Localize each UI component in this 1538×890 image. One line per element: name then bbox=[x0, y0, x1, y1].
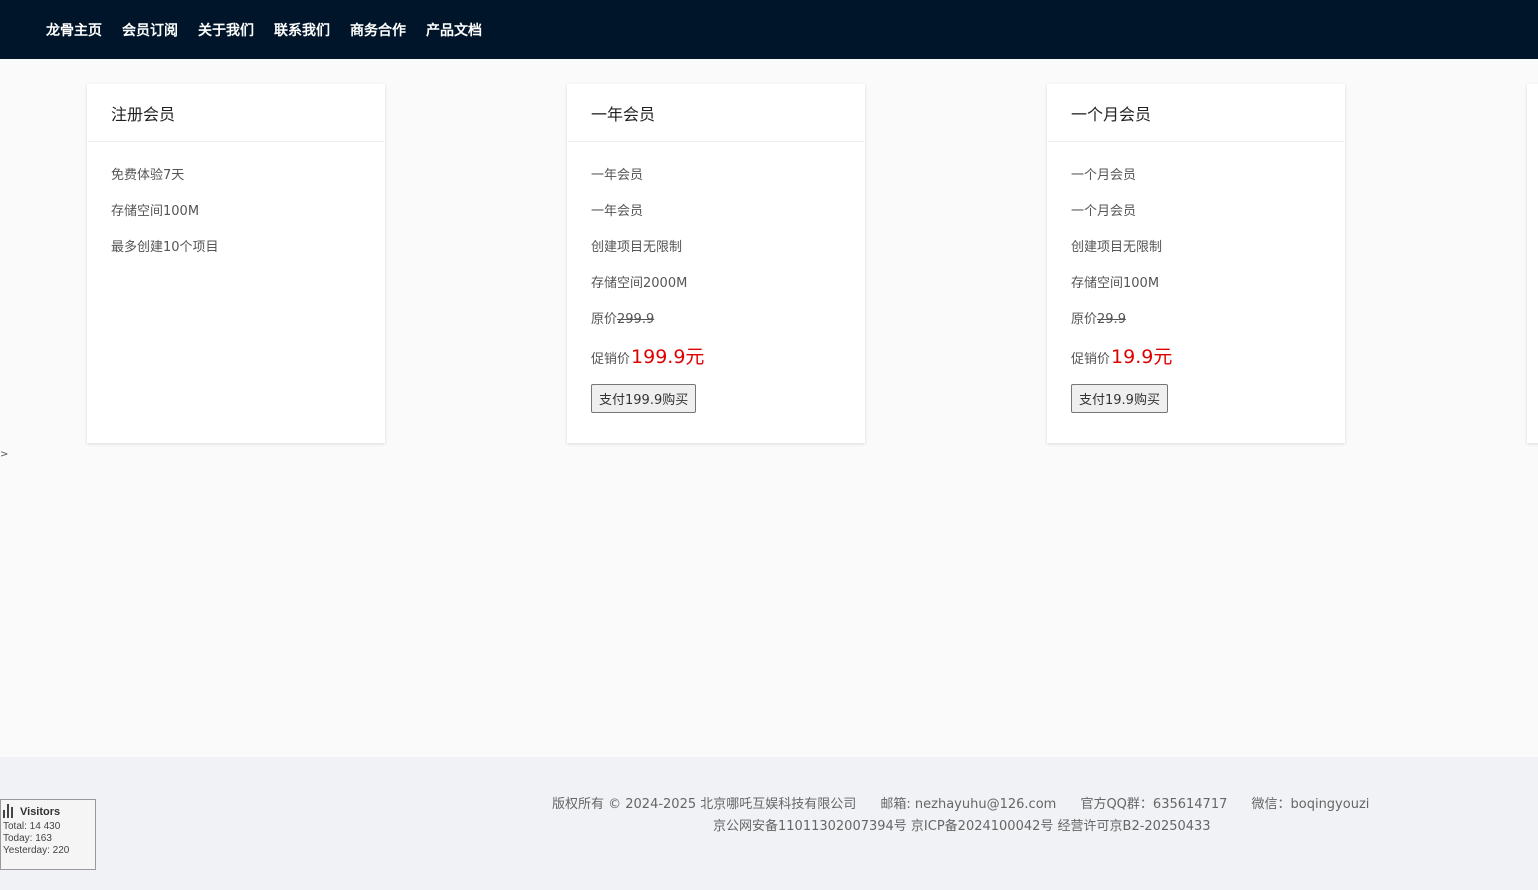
original-price-value: 29.9 bbox=[1097, 312, 1126, 327]
plan-feature: 存储空间100M bbox=[1071, 276, 1160, 291]
membership-plans: 注册会员 免费体验7天 存储空间100M 最多创建10个项目 一年会员 一年会员… bbox=[0, 84, 1538, 444]
plan-feature: 一年会员 bbox=[591, 204, 644, 219]
plan-feature: 一年会员 bbox=[591, 168, 644, 183]
promo-price-value: 19.9元 bbox=[1111, 346, 1173, 368]
plan-feature: 创建项目无限制 bbox=[591, 240, 683, 255]
original-price-label: 原价 bbox=[591, 312, 618, 327]
plan-card-free: 注册会员 免费体验7天 存储空间100M 最多创建10个项目 bbox=[87, 84, 385, 443]
nav-item-about[interactable]: 关于我们 bbox=[198, 20, 254, 40]
nav-item-membership[interactable]: 会员订阅 bbox=[122, 20, 178, 40]
plan-title: 一个月会员 bbox=[1047, 84, 1345, 142]
original-price: 原价299.9 bbox=[591, 302, 841, 338]
nav-item-home[interactable]: 龙骨主页 bbox=[46, 20, 102, 40]
visitor-counter-widget[interactable]: Visitors Total: 14 430 Today: 163 Yester… bbox=[0, 799, 96, 870]
footer-copyright: 版权所有 © 2024-2025 北京哪吒互娱科技有限公司 bbox=[552, 797, 857, 812]
promo-price-label: 促销价 bbox=[591, 352, 631, 367]
nav-item-business[interactable]: 商务合作 bbox=[350, 20, 406, 40]
original-price: 原价29.9 bbox=[1071, 302, 1321, 338]
footer-wechat: 微信：boqingyouzi bbox=[1251, 797, 1370, 812]
top-navigation-bar: 龙骨主页 会员订阅 关于我们 联系我们 商务合作 产品文档 bbox=[0, 0, 1538, 59]
plan-title: 注册会员 bbox=[87, 84, 385, 142]
plan-feature: 一个月会员 bbox=[1071, 204, 1137, 219]
buy-monthly-button[interactable]: 支付19.9购买 bbox=[1071, 384, 1168, 413]
original-price-label: 原价 bbox=[1071, 312, 1098, 327]
plan-feature: 一个月会员 bbox=[1071, 168, 1137, 183]
visitor-counter-header: Visitors bbox=[3, 804, 93, 818]
original-price-value: 299.9 bbox=[617, 312, 655, 327]
promo-price-label: 促销价 bbox=[1071, 352, 1111, 367]
plan-card-partial bbox=[1527, 84, 1538, 443]
plan-feature: 最多创建10个项目 bbox=[111, 240, 219, 255]
footer-email: 邮箱: nezhayuhu@126.com bbox=[880, 797, 1057, 812]
plan-title: 一年会员 bbox=[567, 84, 865, 142]
promo-price: 促销价 19.9元 bbox=[1071, 342, 1321, 378]
promo-price-value: 199.9元 bbox=[631, 346, 705, 368]
promo-price: 促销价 199.9元 bbox=[591, 342, 841, 378]
bar-chart-icon bbox=[3, 804, 15, 818]
visitor-counter-title: Visitors bbox=[20, 806, 61, 818]
visitor-today: Today: 163 bbox=[3, 833, 52, 844]
footer-qq-group: 官方QQ群：635614717 bbox=[1080, 797, 1228, 812]
footer-contact-line: 版权所有 © 2024-2025 北京哪吒互娱科技有限公司 邮箱: nezhay… bbox=[552, 793, 1389, 812]
plan-feature: 创建项目无限制 bbox=[1071, 240, 1163, 255]
visitor-total: Total: 14 430 bbox=[3, 821, 61, 832]
footer-license: 京公网安备11011302007394号 京ICP备2024100042号 经营… bbox=[713, 819, 1211, 834]
plan-feature: 存储空间100M bbox=[111, 204, 200, 219]
buy-yearly-button[interactable]: 支付199.9购买 bbox=[591, 384, 697, 413]
caret-marker: > bbox=[0, 449, 9, 460]
nav-item-contact[interactable]: 联系我们 bbox=[274, 20, 330, 40]
plan-feature: 存储空间2000M bbox=[591, 276, 688, 291]
nav-item-docs[interactable]: 产品文档 bbox=[426, 20, 482, 40]
plan-feature: 免费体验7天 bbox=[111, 168, 185, 183]
visitor-yesterday: Yesterday: 220 bbox=[3, 845, 70, 856]
page-footer: 版权所有 © 2024-2025 北京哪吒互娱科技有限公司 邮箱: nezhay… bbox=[0, 757, 1538, 890]
plan-card-yearly: 一年会员 一年会员 一年会员 创建项目无限制 存储空间2000M 原价299.9… bbox=[567, 84, 865, 443]
plan-card-monthly: 一个月会员 一个月会员 一个月会员 创建项目无限制 存储空间100M 原价29.… bbox=[1047, 84, 1345, 443]
